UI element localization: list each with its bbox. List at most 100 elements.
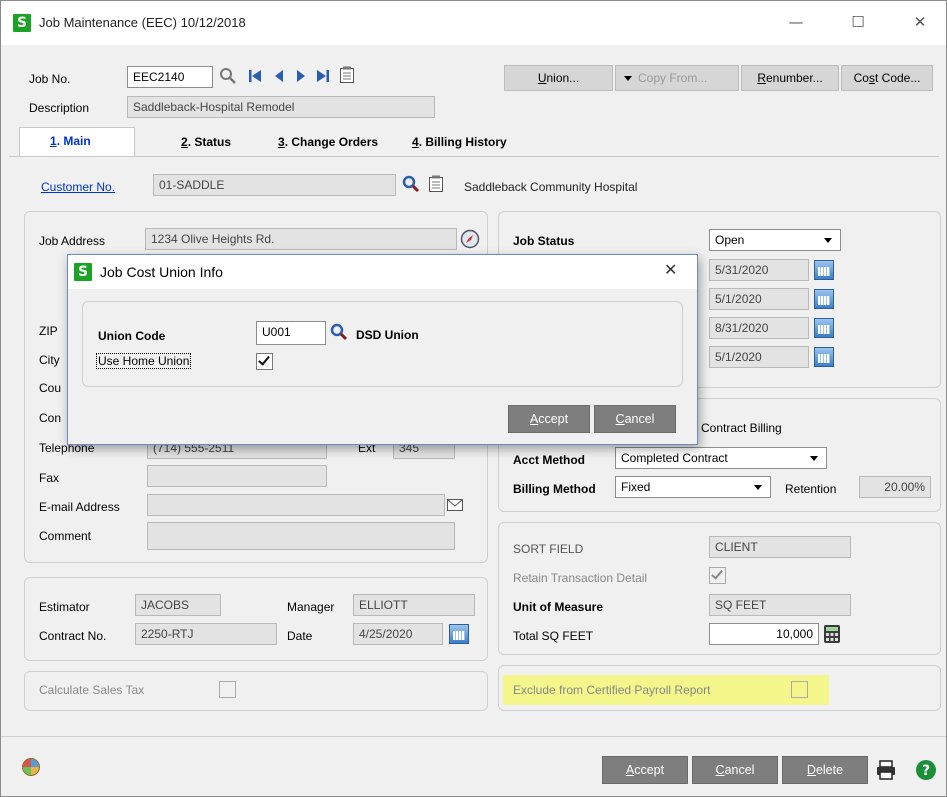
description-input[interactable]: Saddleback-Hospital Remodel [127,96,435,118]
date-input[interactable]: 4/25/2020 [353,623,443,645]
calculate-sales-tax-checkbox[interactable] [219,681,236,698]
status-date-1[interactable]: 5/31/2020 [709,259,809,281]
compass-icon[interactable] [460,229,480,249]
previous-record-icon[interactable] [273,69,285,83]
tab-billing-history[interactable]: 4. Billing History [412,135,507,149]
close-window-button[interactable]: ✕ [897,11,943,33]
calculator-icon[interactable] [823,624,841,644]
maximize-button[interactable]: ☐ [835,11,881,33]
dialog-cancel-button[interactable]: Cancel [594,405,676,433]
customer-search-icon[interactable] [402,175,420,193]
contact-label: Con [39,411,62,425]
last-record-icon[interactable] [315,69,331,83]
chevron-down-icon [624,76,632,82]
calendar-icon[interactable] [449,624,469,644]
tab-status[interactable]: 2. Status [181,135,231,149]
job-address-input[interactable]: 1234 Olive Heights Rd. [145,228,457,250]
first-record-icon[interactable] [247,69,263,83]
email-input[interactable] [147,494,445,516]
estimator-input[interactable]: JACOBS [135,594,221,616]
tab-divider [9,156,939,157]
date-label: Date [287,629,313,643]
job-no-input[interactable]: EEC2140 [127,66,213,88]
status-date-4[interactable]: 5/1/2020 [709,346,809,368]
cancel-button[interactable]: Cancel [692,756,778,784]
customer-no-input[interactable]: 01-SADDLE [153,174,396,196]
billing-method-select[interactable]: Fixed [615,476,771,498]
next-record-icon[interactable] [295,69,307,83]
manager-label: Manager [287,600,335,614]
search-icon[interactable] [219,67,237,85]
sort-field-label: SORT FIELD [513,542,584,556]
job-maintenance-window: S Job Maintenance (EEC) 10/12/2018 — ☐ ✕… [0,0,947,797]
sort-field-input[interactable]: CLIENT [709,536,851,558]
job-address-label: Job Address [39,234,106,248]
status-date-3[interactable]: 8/31/2020 [709,317,809,339]
footer-divider [1,736,946,737]
printer-icon[interactable] [875,759,897,781]
contract-no-label: Contract No. [39,629,107,643]
union-code-label: Union Code [98,329,166,343]
status-date-2[interactable]: 5/1/2020 [709,288,809,310]
calculate-sales-tax-label: Calculate Sales Tax [39,683,145,697]
comment-label: Comment [39,529,92,543]
zip-label: ZIP [39,324,58,338]
customer-no-link[interactable]: Customer No. [41,180,115,194]
svg-text:?: ? [922,763,930,779]
dialog-close-button[interactable]: ✕ [664,260,677,279]
total-sq-feet-input[interactable]: 10,000 [709,623,819,645]
calendar-icon[interactable] [814,318,834,338]
union-button[interactable]: Union... [504,65,613,91]
use-home-union-checkbox[interactable] [256,353,273,370]
unit-of-measure-input[interactable]: SQ FEET [709,594,851,616]
job-status-select[interactable]: Open [709,229,841,251]
contract-billing-label: Contract Billing [701,421,782,435]
exclude-certified-payroll-checkbox[interactable] [791,681,808,698]
contract-no-input[interactable]: 2250-RTJ [135,623,277,645]
chevron-down-icon [824,238,832,243]
city-label: City [39,353,60,367]
manager-input[interactable]: ELLIOTT [353,594,475,616]
dialog-title: Job Cost Union Info [100,264,223,280]
copy-from-button[interactable]: Copy From... [615,65,739,91]
comment-input[interactable] [147,522,455,550]
fax-input[interactable] [147,465,327,487]
tab-main[interactable]: 1. Main [19,127,135,157]
use-home-union-label: Use Home Union [96,353,192,369]
minimize-button[interactable]: — [773,11,819,33]
county-label: Cou [39,381,62,395]
email-envelope-icon[interactable] [447,499,463,511]
union-fields-panel [82,301,683,387]
calendar-icon[interactable] [814,260,834,280]
union-code-input[interactable]: U001 [256,321,326,345]
email-label: E-mail Address [39,500,120,514]
acct-method-select[interactable]: Completed Contract [615,447,827,469]
delete-button[interactable]: Delete [782,756,868,784]
cost-code-button[interactable]: Cost Code... [841,65,933,91]
union-info-dialog: S Job Cost Union Info ✕ Union Code U001 … [67,254,698,445]
calendar-icon[interactable] [814,347,834,367]
union-search-icon[interactable] [330,323,348,341]
union-name: DSD Union [356,328,419,342]
retain-transaction-detail-label: Retain Transaction Detail [513,571,648,585]
sage-logo-icon: S [13,14,31,32]
help-wizard-icon[interactable] [21,757,41,777]
exclude-certified-payroll-label: Exclude from Certified Payroll Report [513,683,711,697]
customer-name: Saddleback Community Hospital [464,180,638,194]
unit-of-measure-label: Unit of Measure [513,600,604,614]
tab-change-orders[interactable]: 3. Change Orders [278,135,378,149]
job-no-label: Job No. [29,72,71,86]
help-icon[interactable]: ? [915,759,937,781]
notes-icon[interactable] [339,66,355,84]
retention-label: Retention [785,482,837,496]
accept-button[interactable]: Accept [602,756,688,784]
dialog-accept-button[interactable]: Accept [508,405,590,433]
description-label: Description [29,101,90,115]
renumber-button[interactable]: Renumber... [741,65,839,91]
chevron-down-icon [810,456,818,461]
customer-notes-icon[interactable] [428,175,444,193]
total-sq-feet-label: Total SQ FEET [513,629,594,643]
calendar-icon[interactable] [814,289,834,309]
retain-transaction-detail-checkbox[interactable] [709,567,726,584]
retention-input[interactable]: 20.00% [859,476,931,498]
